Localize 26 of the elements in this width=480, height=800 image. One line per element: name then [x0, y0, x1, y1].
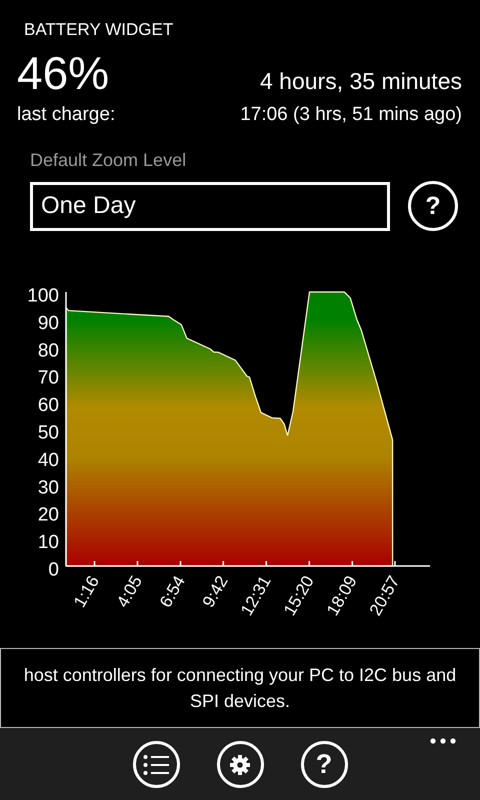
settings-icon	[230, 754, 250, 774]
axis-label: 70	[38, 368, 59, 389]
app-title: BATTERY WIDGET	[24, 20, 174, 40]
help-button[interactable]: ?	[300, 741, 348, 788]
battery-percent: 46%	[17, 46, 110, 100]
axis-label: 60	[38, 395, 59, 416]
zoom-level-dropdown[interactable]: One Day	[30, 182, 390, 230]
help-button[interactable]: ?	[408, 181, 458, 231]
list-button[interactable]	[132, 741, 180, 788]
banner-ad-text: host controllers for connecting your PC to I2C bus and SPI devices.	[22, 664, 458, 713]
axis-label: 50	[38, 422, 59, 444]
axis-label: 20	[38, 504, 59, 526]
axis-label: 40	[38, 450, 59, 471]
axis-label: 80	[38, 340, 59, 362]
more-icon[interactable]	[430, 738, 456, 744]
last-charge-time: 17:06 (3 hrs, 51 mins ago)	[240, 104, 462, 126]
axis-label: 100	[27, 286, 59, 306]
zoom-level-label: Default Zoom Level	[30, 150, 186, 171]
remaining-time: 4 hours, 35 minutes	[260, 68, 462, 95]
axis-label: 30	[38, 477, 59, 498]
axis-label: 10	[38, 532, 59, 554]
last-charge-label: last charge:	[17, 104, 116, 126]
settings-button[interactable]	[216, 741, 264, 788]
list-icon	[143, 754, 169, 776]
axis-label: 90	[38, 312, 59, 334]
axis-label: 0	[48, 560, 59, 580]
